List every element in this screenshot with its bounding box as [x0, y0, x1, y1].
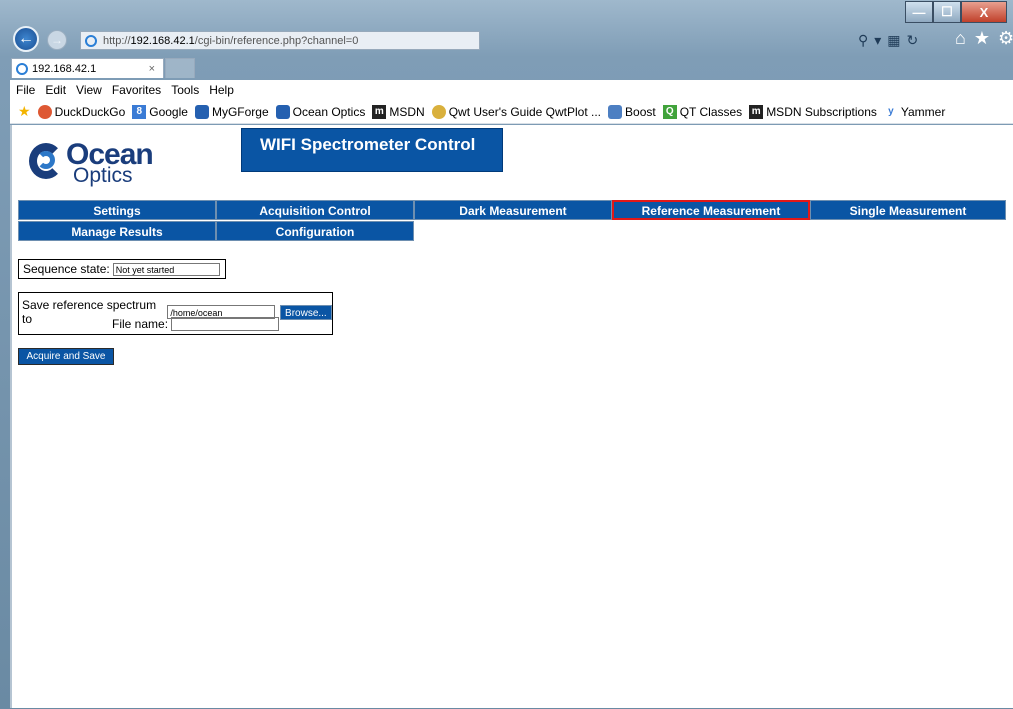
- fav-label: Google: [149, 104, 188, 119]
- fav-boost[interactable]: Boost: [608, 104, 656, 119]
- fav-label: DuckDuckGo: [54, 104, 126, 119]
- fav-label: Yammer: [900, 104, 946, 119]
- fav-label: MSDN Subscriptions: [766, 104, 877, 119]
- maximize-button[interactable]: ☐: [933, 1, 961, 23]
- favorites-bar: ★ DuckDuckGo 8 Google MyGForge Ocean Opti…: [10, 100, 1013, 124]
- tab-configuration[interactable]: Configuration: [216, 221, 414, 241]
- fav-label: Qwt User's Guide QwtPlot ...: [448, 104, 602, 119]
- page-title: WIFI Spectrometer Control: [241, 128, 503, 172]
- save-reference-box: Save reference spectrum to /home/ocean B…: [18, 292, 333, 335]
- tab-reference-measurement[interactable]: Reference Measurement: [612, 200, 810, 220]
- duckduckgo-icon: [37, 104, 52, 119]
- new-tab-button[interactable]: [165, 58, 195, 78]
- dropdown-icon[interactable]: ▾: [874, 32, 881, 49]
- mygforge-icon: [194, 104, 209, 119]
- msdn-icon: m: [372, 104, 387, 119]
- tab-acquisition-control[interactable]: Acquisition Control: [216, 200, 414, 220]
- menu-file[interactable]: File: [16, 83, 35, 97]
- refresh-icon[interactable]: ↻: [907, 32, 919, 49]
- fav-label: MyGForge: [211, 104, 269, 119]
- qwt-icon: [431, 104, 446, 119]
- menu-favorites[interactable]: Favorites: [112, 83, 161, 97]
- logo-text-optics: Optics: [73, 164, 133, 187]
- file-name-label: File name:: [112, 317, 169, 331]
- tab-dark-measurement[interactable]: Dark Measurement: [414, 200, 612, 220]
- fav-label: Boost: [625, 104, 656, 119]
- file-name-input[interactable]: [171, 317, 280, 331]
- fav-qt-classes[interactable]: Q QT Classes: [662, 104, 743, 119]
- fav-msdn-subscriptions[interactable]: m MSDN Subscriptions: [749, 104, 877, 119]
- browser-toolbar-icons: ⌂ ★ ⚙: [955, 28, 1013, 49]
- window-caption-buttons: — ☐ X: [905, 1, 1007, 23]
- menu-tools[interactable]: Tools: [171, 83, 199, 97]
- close-button[interactable]: X: [961, 1, 1007, 23]
- address-bar[interactable]: http://192.168.42.1/cgi-bin/reference.ph…: [80, 31, 480, 50]
- browse-button[interactable]: Browse...: [279, 304, 332, 320]
- ie-page-icon: [85, 35, 97, 47]
- fav-duckduckgo[interactable]: DuckDuckGo: [37, 104, 126, 119]
- address-tools: ⚲ ▾ ▦ ↻: [858, 30, 936, 50]
- browser-tab[interactable]: 192.168.42.1 ×: [11, 58, 164, 78]
- favorites-star-icon[interactable]: ★: [974, 28, 990, 49]
- tab-single-measurement[interactable]: Single Measurement: [810, 200, 1006, 220]
- home-icon[interactable]: ⌂: [955, 28, 966, 49]
- yammer-icon: y: [888, 105, 894, 117]
- fav-label: MSDN: [389, 104, 425, 119]
- search-icon[interactable]: ⚲: [858, 32, 868, 49]
- tab-close-icon[interactable]: ×: [149, 59, 155, 79]
- sequence-state-value: Not yet started: [112, 262, 220, 276]
- msdn-icon: m: [749, 104, 764, 119]
- page-content: Ocean Optics WIFI Spectrometer Control S…: [10, 125, 1013, 708]
- gear-icon[interactable]: ⚙: [998, 28, 1013, 49]
- boost-icon: [608, 104, 623, 119]
- fav-qwt[interactable]: Qwt User's Guide QwtPlot ...: [431, 104, 602, 119]
- acquire-and-save-button[interactable]: Acquire and Save: [18, 348, 114, 365]
- tab-settings[interactable]: Settings: [18, 200, 216, 220]
- ocean-optics-logo: Ocean Optics: [26, 137, 156, 187]
- fav-label: QT Classes: [679, 104, 743, 119]
- address-prefix: http://: [103, 35, 131, 47]
- fav-msdn[interactable]: m MSDN: [372, 104, 425, 119]
- tab-label: 192.168.42.1: [32, 63, 97, 75]
- menu-help[interactable]: Help: [209, 83, 234, 97]
- fav-google[interactable]: 8 Google: [132, 104, 188, 119]
- fav-label: Ocean Optics: [292, 104, 366, 119]
- google-icon: 8: [132, 104, 147, 119]
- sequence-state-label: Sequence state:: [23, 262, 110, 276]
- logo-swirl-inner-icon: [37, 151, 55, 169]
- add-favorite-star-icon[interactable]: ★: [18, 103, 31, 120]
- forward-arrow-icon[interactable]: →: [47, 30, 67, 50]
- back-arrow-icon[interactable]: ←: [13, 26, 39, 52]
- compatibility-icon[interactable]: ▦: [887, 32, 900, 49]
- fav-ocean-optics[interactable]: Ocean Optics: [275, 104, 366, 119]
- menu-edit[interactable]: Edit: [45, 83, 66, 97]
- fav-mygforge[interactable]: MyGForge: [194, 104, 269, 119]
- sequence-state-box: Sequence state: Not yet started: [18, 259, 226, 279]
- ocean-optics-icon: [275, 104, 290, 119]
- address-host: 192.168.42.1: [130, 35, 195, 47]
- browser-window: — ☐ X ← → http://192.168.42.1/cgi-bin/re…: [0, 0, 1013, 709]
- ie-tab-icon: [16, 63, 28, 75]
- tab-manage-results[interactable]: Manage Results: [18, 221, 216, 241]
- fav-yammer[interactable]: y Yammer: [884, 105, 945, 119]
- address-path: /cgi-bin/reference.php?channel=0: [194, 35, 359, 47]
- menu-bar: File Edit View Favorites Tools Help: [10, 80, 1013, 100]
- menu-view[interactable]: View: [76, 83, 102, 97]
- qt-icon: Q: [662, 104, 677, 119]
- minimize-button[interactable]: —: [905, 1, 933, 23]
